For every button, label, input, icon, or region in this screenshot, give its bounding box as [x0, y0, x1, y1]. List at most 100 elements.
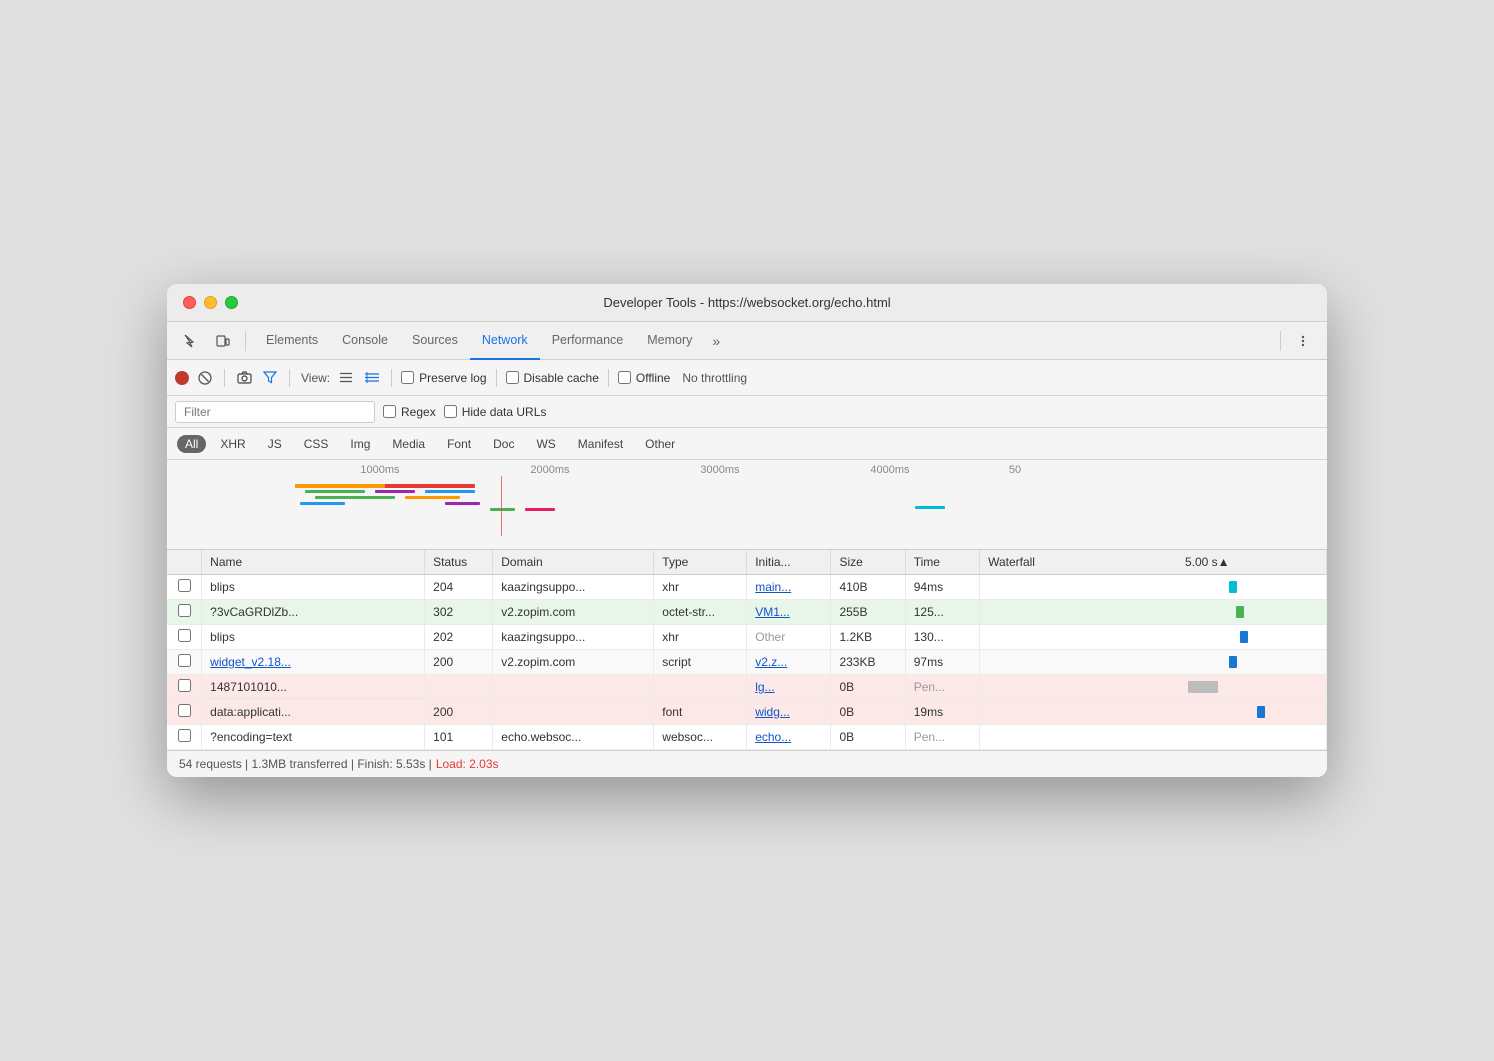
- row-name[interactable]: ?encoding=text: [202, 725, 425, 750]
- filter-tag-doc[interactable]: Doc: [485, 435, 522, 453]
- row-checkbox[interactable]: [167, 575, 202, 600]
- row-waterfall: [980, 700, 1327, 725]
- filter-input[interactable]: [175, 401, 375, 423]
- tab-elements[interactable]: Elements: [254, 322, 330, 360]
- view-label: View:: [301, 371, 330, 385]
- tab-network[interactable]: Network: [470, 322, 540, 360]
- row-time: 125...: [905, 600, 979, 625]
- disable-cache-checkbox[interactable]: Disable cache: [506, 371, 599, 385]
- filter-tag-xhr[interactable]: XHR: [212, 435, 253, 453]
- row-initiator[interactable]: widg...: [747, 700, 831, 725]
- row-size: 1.2KB: [831, 625, 905, 650]
- col-header-status[interactable]: Status: [425, 550, 493, 575]
- col-header-type[interactable]: Type: [654, 550, 747, 575]
- table-row: blips 202 kaazingsuppo... xhr Other 1.2K…: [167, 625, 1327, 650]
- tab-performance[interactable]: Performance: [540, 322, 636, 360]
- row-name[interactable]: 1487101010... https://v2.zopim.com/bin/v…: [202, 675, 425, 700]
- row-initiator[interactable]: main...: [747, 575, 831, 600]
- time-label-4: 4000ms: [805, 464, 975, 476]
- row-type: script: [654, 650, 747, 675]
- col-header-initiator[interactable]: Initia...: [747, 550, 831, 575]
- status-text: 54 requests | 1.3MB transferred | Finish…: [179, 757, 432, 771]
- filter-tag-css[interactable]: CSS: [296, 435, 337, 453]
- list-view-icon[interactable]: [336, 368, 356, 388]
- row-waterfall: [980, 600, 1327, 625]
- wf-bar-green1: [305, 490, 365, 493]
- row-time: 19ms: [905, 700, 979, 725]
- filter-tag-font[interactable]: Font: [439, 435, 479, 453]
- record-button[interactable]: [175, 371, 189, 385]
- row-status: 200: [425, 650, 493, 675]
- row-initiator[interactable]: VM1...: [747, 600, 831, 625]
- title-bar: Developer Tools - https://websocket.org/…: [167, 284, 1327, 322]
- filter-tag-ws[interactable]: WS: [528, 435, 563, 453]
- filter-tag-other[interactable]: Other: [637, 435, 683, 453]
- row-checkbox[interactable]: [167, 675, 202, 700]
- time-label-5: 50: [975, 464, 1055, 476]
- throttling-selector[interactable]: No throttling: [682, 371, 747, 385]
- filter-tag-media[interactable]: Media: [384, 435, 433, 453]
- filter-tag-img[interactable]: Img: [342, 435, 378, 453]
- hide-data-urls-checkbox[interactable]: Hide data URLs: [444, 405, 547, 419]
- row-status: [425, 675, 493, 700]
- row-initiator[interactable]: echo...: [747, 725, 831, 750]
- col-header-domain[interactable]: Domain: [493, 550, 654, 575]
- row-name[interactable]: data:applicati...: [202, 700, 425, 725]
- filter-tag-manifest[interactable]: Manifest: [570, 435, 631, 453]
- col-header-waterfall[interactable]: Waterfall 5.00 s▲: [980, 550, 1327, 575]
- settings-icon[interactable]: [1289, 327, 1317, 355]
- row-time: 94ms: [905, 575, 979, 600]
- row-checkbox[interactable]: [167, 625, 202, 650]
- row-name[interactable]: blips: [202, 625, 425, 650]
- preserve-log-checkbox[interactable]: Preserve log: [401, 371, 486, 385]
- wf-bar-teal: [915, 506, 945, 509]
- network-toolbar: View: Preserve log Disable cache: [167, 360, 1327, 396]
- tabs-container: Elements Console Sources Network Perform…: [254, 322, 1272, 360]
- row-status: 202: [425, 625, 493, 650]
- camera-icon[interactable]: [234, 368, 254, 388]
- row-checkbox[interactable]: [167, 725, 202, 750]
- close-button[interactable]: [183, 296, 196, 309]
- tab-divider: [245, 331, 246, 351]
- row-initiator[interactable]: lg...: [747, 675, 831, 700]
- tab-console[interactable]: Console: [330, 322, 400, 360]
- status-load: Load: 2.03s: [436, 757, 499, 771]
- tab-memory[interactable]: Memory: [635, 322, 704, 360]
- minimize-button[interactable]: [204, 296, 217, 309]
- row-status: 204: [425, 575, 493, 600]
- row-size: 410B: [831, 575, 905, 600]
- row-name[interactable]: widget_v2.18...: [202, 650, 425, 675]
- row-waterfall: [980, 725, 1327, 750]
- col-header-size[interactable]: Size: [831, 550, 905, 575]
- tab-sources[interactable]: Sources: [400, 322, 470, 360]
- row-domain: kaazingsuppo...: [493, 625, 654, 650]
- filter-tags: All XHR JS CSS Img Media Font Doc WS Man…: [167, 428, 1327, 460]
- device-icon[interactable]: [209, 327, 237, 355]
- timeline-view-icon[interactable]: [362, 368, 382, 388]
- wf-bar-orange: [295, 484, 385, 488]
- row-type: xhr: [654, 575, 747, 600]
- row-checkbox[interactable]: [167, 650, 202, 675]
- filter-tag-all[interactable]: All: [177, 435, 206, 453]
- filter-icon[interactable]: [260, 368, 280, 388]
- col-header-time[interactable]: Time: [905, 550, 979, 575]
- more-tabs-button[interactable]: »: [704, 322, 728, 360]
- row-name[interactable]: ?3vCaGRDlZb...: [202, 600, 425, 625]
- wf-bar-green3: [490, 508, 515, 511]
- col-header-name[interactable]: Name: [202, 550, 425, 575]
- maximize-button[interactable]: [225, 296, 238, 309]
- clear-icon[interactable]: [195, 368, 215, 388]
- row-checkbox[interactable]: [167, 700, 202, 725]
- wf-bar-pink: [525, 508, 555, 511]
- inspect-icon[interactable]: [177, 327, 205, 355]
- wf-bar-blue1: [425, 490, 475, 493]
- row-size: 0B: [831, 675, 905, 700]
- row-size: 255B: [831, 600, 905, 625]
- row-checkbox[interactable]: [167, 600, 202, 625]
- row-name[interactable]: blips: [202, 575, 425, 600]
- offline-checkbox[interactable]: Offline: [618, 371, 670, 385]
- regex-checkbox[interactable]: Regex: [383, 405, 436, 419]
- row-initiator[interactable]: v2.z...: [747, 650, 831, 675]
- filter-bar: Regex Hide data URLs: [167, 396, 1327, 428]
- filter-tag-js[interactable]: JS: [260, 435, 290, 453]
